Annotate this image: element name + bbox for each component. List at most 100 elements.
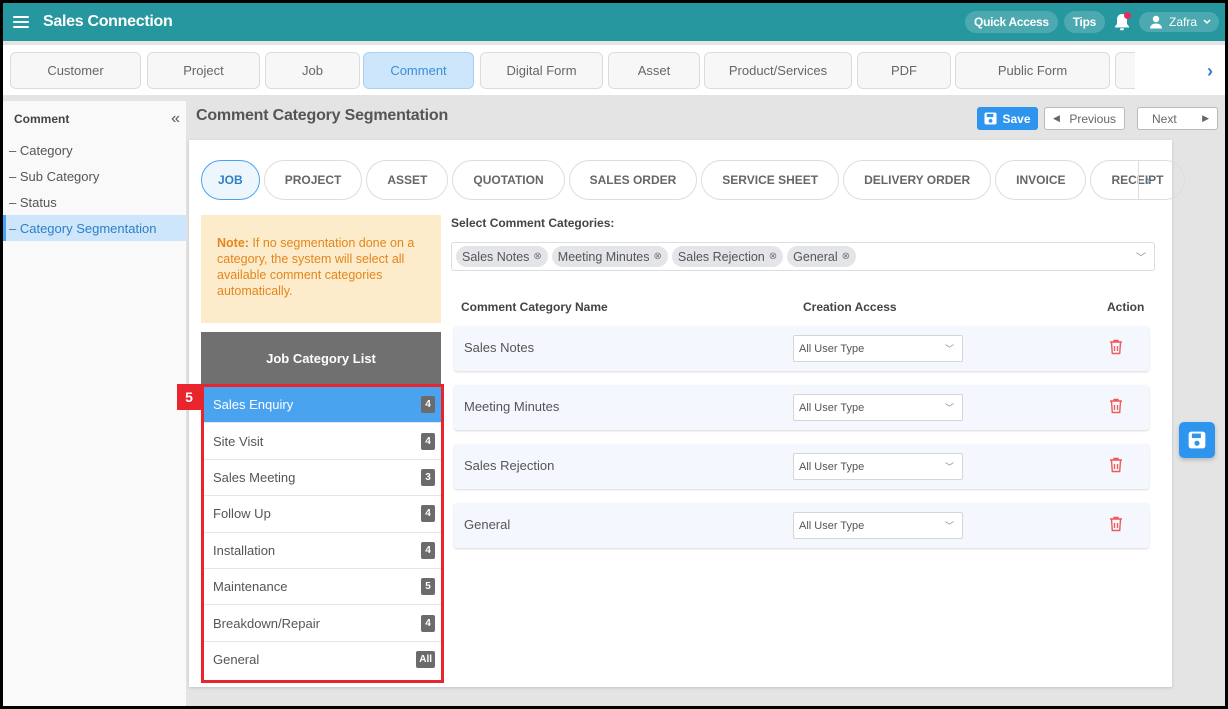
remove-chip-icon[interactable]: ⊗ <box>654 251 662 262</box>
job-category-item[interactable]: Installation 4 <box>204 532 441 569</box>
count-badge: 4 <box>421 541 435 559</box>
segmentation-card: JOB PROJECT ASSET QUOTATION SALES ORDER … <box>177 140 1185 687</box>
access-value: All User Type <box>799 401 865 414</box>
user-menu[interactable]: Zafra <box>1138 12 1219 32</box>
doc-tab-quotation[interactable]: QUOTATION <box>452 160 565 200</box>
select-categories-label: Select Comment Categories: <box>451 216 615 230</box>
column-header-access: Creation Access <box>803 300 897 314</box>
doc-tab-service-sheet[interactable]: SERVICE SHEET <box>701 160 840 200</box>
chevron-down-icon[interactable]: ﹀ <box>1136 249 1146 264</box>
remove-chip-icon[interactable]: ⊗ <box>533 251 541 262</box>
comment-categories-multiselect[interactable]: Sales Notes ⊗ Meeting Minutes ⊗ Sales Reje… <box>451 242 1155 271</box>
quick-access-button[interactable]: Quick Access <box>965 11 1058 33</box>
menu-icon[interactable] <box>13 16 29 28</box>
floppy-disk-icon <box>1188 431 1206 449</box>
tab-comment[interactable]: Comment <box>363 52 474 89</box>
tab-product-services[interactable]: Product/Services <box>704 52 852 89</box>
tab-digital-form[interactable]: Digital Form <box>480 52 603 89</box>
tab-public-form[interactable]: Public Form <box>955 52 1110 89</box>
job-category-label: Installation <box>213 542 276 558</box>
caret-left-icon: ◀ <box>1053 113 1060 123</box>
table-row: Meeting Minutes All User Type ﹀ <box>454 385 1149 430</box>
app-window: Sales Connection Quick Access Tips Zafra… <box>3 3 1225 706</box>
sidebar: Comment « – Category – Sub Category – St… <box>3 101 186 706</box>
count-badge: 5 <box>421 578 435 596</box>
doc-tab-asset[interactable]: ASSET <box>366 160 449 200</box>
tips-button[interactable]: Tips <box>1063 11 1105 33</box>
chip-label: Meeting Minutes <box>557 249 650 264</box>
table-row: General All User Type ﹀ <box>454 503 1149 548</box>
tab-pdf[interactable]: PDF <box>857 52 951 89</box>
tab-customer[interactable]: Customer <box>10 52 141 89</box>
remove-chip-icon[interactable]: ⊗ <box>769 251 777 262</box>
save-button[interactable]: Save <box>977 107 1038 130</box>
next-label: Next <box>1152 111 1177 126</box>
job-category-item[interactable]: Site Visit 4 <box>204 423 441 460</box>
count-badge: 4 <box>421 505 435 523</box>
chevron-down-icon: ﹀ <box>944 521 954 531</box>
chip-label: General <box>793 249 838 264</box>
job-category-item[interactable]: General All <box>204 641 441 679</box>
sidebar-item-status[interactable]: – Status <box>3 189 186 215</box>
column-header-name: Comment Category Name <box>461 300 608 314</box>
job-category-list-header: Job Category List <box>201 332 441 384</box>
caret-right-icon: ▶ <box>1202 113 1209 123</box>
trash-icon[interactable] <box>1109 339 1123 355</box>
count-badge: 4 <box>421 614 435 632</box>
previous-button[interactable]: ◀ Previous <box>1044 107 1125 130</box>
job-category-item[interactable]: Breakdown/Repair 4 <box>204 605 441 642</box>
remove-chip-icon[interactable]: ⊗ <box>842 251 850 262</box>
count-badge: All <box>416 651 435 669</box>
job-category-item[interactable]: Maintenance 5 <box>204 568 441 606</box>
category-chip: Sales Rejection ⊗ <box>671 246 784 267</box>
floating-save-button[interactable] <box>1179 422 1215 458</box>
count-badge: 4 <box>421 396 435 414</box>
previous-label: Previous <box>1069 111 1116 126</box>
access-value: All User Type <box>799 342 865 355</box>
tab-job[interactable]: Job <box>265 52 360 89</box>
chevron-down-icon: ﹀ <box>944 462 954 472</box>
tab-project[interactable]: Project <box>147 52 260 89</box>
doc-tab-project[interactable]: PROJECT <box>263 160 363 200</box>
job-category-label: Follow Up <box>213 506 271 522</box>
category-chip: Sales Notes ⊗ <box>456 246 548 267</box>
next-button[interactable]: Next ▶ <box>1137 107 1218 130</box>
app-title: Sales Connection <box>43 13 173 30</box>
doc-tab-job[interactable]: JOB <box>201 160 260 200</box>
chevron-down-icon <box>1203 19 1211 25</box>
creation-access-select[interactable]: All User Type ﹀ <box>793 512 963 539</box>
chevron-right-icon[interactable]: › <box>1207 61 1213 82</box>
creation-access-select[interactable]: All User Type ﹀ <box>793 453 963 480</box>
doc-tab-sales-order[interactable]: SALES ORDER <box>568 160 698 200</box>
category-name: General <box>464 517 511 532</box>
collapse-sidebar-icon[interactable]: « <box>171 110 180 128</box>
column-header-action: Action <box>1107 300 1145 314</box>
notification-dot <box>1123 12 1131 19</box>
job-category-item[interactable]: Follow Up 4 <box>204 496 441 533</box>
trash-icon[interactable] <box>1109 516 1123 532</box>
doc-tabs-next-icon[interactable]: › <box>1138 160 1158 200</box>
tab-overflow[interactable] <box>1115 52 1135 89</box>
tab-asset[interactable]: Asset <box>608 52 700 89</box>
trash-icon[interactable] <box>1109 398 1123 414</box>
sidebar-item-sub-category[interactable]: – Sub Category <box>3 163 186 189</box>
count-badge: 4 <box>421 432 435 450</box>
notifications-button[interactable] <box>1111 11 1133 33</box>
creation-access-select[interactable]: All User Type ﹀ <box>793 394 963 421</box>
trash-icon[interactable] <box>1109 457 1123 473</box>
chevron-down-icon: ﹀ <box>944 344 954 354</box>
creation-access-select[interactable]: All User Type ﹀ <box>793 335 963 362</box>
floppy-disk-icon <box>984 112 998 125</box>
job-category-item[interactable]: Sales Meeting 3 <box>204 459 441 497</box>
access-value: All User Type <box>799 519 865 532</box>
job-category-list: 5 Sales Enquiry 4 Site Visit 4 Sales Meeti… <box>177 384 444 683</box>
category-chip: General ⊗ <box>787 246 857 267</box>
sidebar-item-category[interactable]: – Category <box>3 137 186 163</box>
table-row: Sales Notes All User Type ﹀ <box>454 326 1149 371</box>
job-category-label: Site Visit <box>213 433 264 449</box>
page-title: Comment Category Segmentation <box>196 107 449 124</box>
doc-tab-invoice[interactable]: INVOICE <box>995 160 1087 200</box>
doc-tab-delivery-order[interactable]: DELIVERY ORDER <box>843 160 992 200</box>
sidebar-item-category-segmentation[interactable]: – Category Segmentation <box>3 215 186 241</box>
job-category-item[interactable]: Sales Enquiry 4 <box>204 387 441 424</box>
